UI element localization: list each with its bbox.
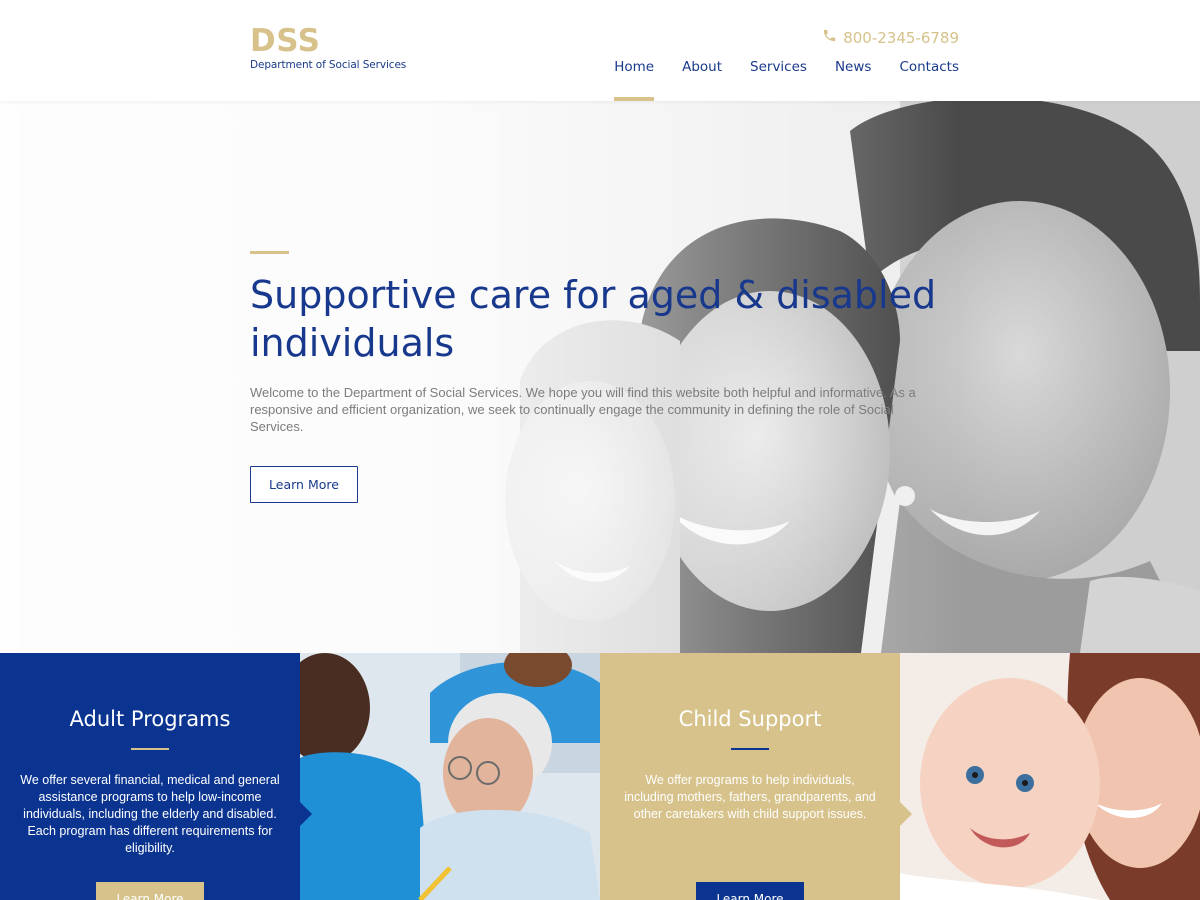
hero-accent-rule: [250, 251, 289, 254]
child-support-pointer: [900, 802, 912, 826]
nav-item-news[interactable]: News: [835, 59, 871, 101]
nav-item-services[interactable]: Services: [750, 59, 807, 101]
hero-overlay: [0, 101, 1200, 653]
nav-item-about[interactable]: About: [682, 59, 722, 101]
child-support-learn-more-button[interactable]: Learn More: [696, 882, 804, 900]
nav-item-contacts[interactable]: Contacts: [899, 59, 959, 101]
child-support-rule: [731, 748, 769, 750]
adult-programs-photo: [300, 653, 600, 900]
main-nav: Home About Services News Contacts: [586, 59, 959, 101]
hero-title: Supportive care for aged & disabled indi…: [250, 273, 937, 365]
adult-programs-text: We offer several financial, medical and …: [20, 773, 280, 855]
hero-intro-text: Welcome to the Department of Social Serv…: [250, 385, 916, 434]
child-support-card: Child Support We offer programs to help …: [600, 653, 912, 900]
adult-programs-rule: [131, 748, 169, 750]
hero-section: Supportive care for aged & disabled indi…: [0, 101, 1200, 653]
phone-number: 800-2345-6789: [843, 28, 959, 47]
child-support-title: Child Support: [678, 707, 822, 731]
logo-mark: DSS: [250, 23, 321, 59]
hero-learn-more-button[interactable]: Learn More: [250, 466, 358, 503]
header-phone[interactable]: 800-2345-6789: [822, 28, 959, 47]
child-support-text: We offer programs to help individuals, i…: [624, 773, 876, 821]
logo-subtitle: Department of Social Services: [250, 59, 407, 71]
feature-strip: Adult Programs We offer several financia…: [0, 653, 1200, 900]
adult-programs-learn-more-button[interactable]: Learn More: [96, 882, 204, 900]
adult-programs-card: Adult Programs We offer several financia…: [0, 653, 312, 900]
site-logo[interactable]: DSS Department of Social Services: [250, 24, 406, 71]
site-header: DSS Department of Social Services 800-23…: [0, 0, 1200, 101]
nav-item-home[interactable]: Home: [614, 59, 654, 101]
phone-icon: [822, 28, 837, 47]
adult-programs-pointer: [300, 802, 312, 826]
child-support-photo: [900, 653, 1200, 900]
adult-programs-title: Adult Programs: [69, 707, 231, 731]
